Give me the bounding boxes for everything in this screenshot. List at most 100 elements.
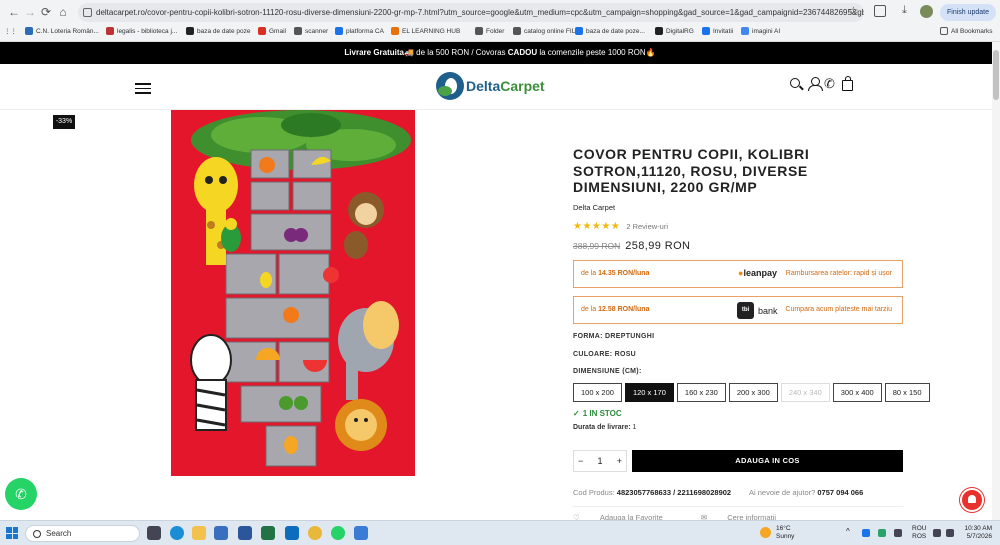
size-option[interactable]: 300 x 400 [832,383,882,402]
clock-date: 5/7/2026 [966,533,992,540]
bookmark-item[interactable]: catalog online FILIP [513,27,581,35]
address-bar[interactable]: deltacarpet.ro/covor-pentru-copii-kolibr… [78,3,864,22]
cart-icon[interactable] [842,76,853,91]
check-icon: ✓ [573,409,580,418]
bookmark-label: platforma CA [346,27,384,35]
notification-bell-button[interactable] [960,488,984,512]
windows-taskbar: Search 16°C Sunny ^ ROU ROS 10:30 AM 5/7/20… [0,520,1000,545]
bookmark-item[interactable]: platforma CA [335,27,384,35]
chrome-icon[interactable] [308,526,322,540]
tray-app-icon[interactable] [862,529,870,537]
site-header: DeltaCarpet ✆ [0,64,1000,110]
tray-app-2-icon[interactable] [878,529,886,537]
profile-avatar[interactable] [920,5,933,18]
bookmark-item[interactable]: scanner [294,27,328,35]
leanpay-logo: ●leanpay [738,268,777,278]
chevron-up-icon[interactable]: ^ [846,527,854,536]
forward-icon[interactable]: → [22,4,38,20]
leanpay-installment-box[interactable]: de la 14.35 RON/luna ●leanpay Rambursare… [573,260,903,288]
promo-gift: CADOU [507,48,538,57]
product-brand[interactable]: Delta Carpet [573,203,903,212]
reload-icon[interactable]: ⟳ [38,4,54,20]
windows-start-icon[interactable] [6,527,18,539]
bookmark-favicon-icon [655,27,663,35]
volume-icon[interactable] [946,529,954,537]
bookmark-star-icon[interactable]: ☆ [848,4,859,18]
add-to-cart-button[interactable]: ADAUGA IN COS [632,450,903,472]
color-option: CULOARE: ROSU [573,351,637,358]
bookmark-item[interactable]: legalis - biblioteca j... [106,27,177,35]
photos-icon[interactable] [354,526,368,540]
file-explorer-icon[interactable] [192,526,206,540]
bookmark-label: imagini AI [752,27,781,35]
delivery-value: 1 [632,424,637,431]
tray-app-3-icon[interactable] [894,529,902,537]
taskbar-clock[interactable]: 10:30 AM 5/7/2026 [960,525,992,541]
scrollbar-thumb[interactable] [993,50,999,100]
finish-update-button[interactable]: Finish update [940,4,996,21]
bookmark-item[interactable]: baza de date poze... [575,27,645,35]
bookmark-item[interactable]: imagini AI [741,27,780,35]
all-bookmarks[interactable]: All Bookmarks [940,27,993,35]
size-option[interactable]: 80 x 150 [884,383,930,402]
bookmark-item[interactable]: Gmail [258,27,286,35]
phone-icon[interactable]: ✆ [824,77,838,91]
bookmark-item[interactable]: Folder [475,27,504,35]
browser-chrome: ← → ⟳ ⌂ deltacarpet.ro/covor-pentru-copi… [0,0,1000,42]
bookmark-label: baza de date poze [197,27,251,35]
taskbar-search[interactable]: Search [25,525,140,542]
bookmark-favicon-icon [513,27,521,35]
menu-icon[interactable] [135,83,151,94]
bookmark-item[interactable]: DigitalRG [655,27,694,35]
home-icon[interactable]: ⌂ [55,4,71,20]
bookmark-label: catalog online FILIP [524,27,582,35]
outlook-icon[interactable] [285,526,299,540]
store-icon[interactable] [214,526,228,540]
bookmark-item[interactable]: Invitatii [702,27,733,35]
stock-status: ✓ 1 IN STOC [573,409,622,418]
account-icon[interactable] [808,77,823,91]
bookmark-label: Invitatii [713,27,734,35]
page-scrollbar[interactable] [992,42,1000,520]
whatsapp-chat-button[interactable]: ✆ [5,478,37,510]
promo-text-2: la comenzile peste 1000 RON [537,48,646,57]
bookmark-favicon-icon [186,27,194,35]
language-indicator[interactable]: ROU ROS [912,525,926,541]
edge-icon[interactable] [170,526,184,540]
help-phone[interactable]: 0757 094 066 [817,488,863,497]
back-icon[interactable]: ← [6,4,22,20]
size-option[interactable]: 160 x 230 [676,383,726,402]
tbi-installment-box[interactable]: de la 12.58 RON/luna tbi bank Cumpara ac… [573,296,903,324]
download-icon[interactable]: ⤓ [902,4,907,17]
extensions-icon[interactable] [874,5,886,17]
size-option[interactable]: 120 x 170 [624,383,674,402]
site-logo[interactable]: DeltaCarpet [436,72,556,102]
size-option[interactable]: 200 x 300 [728,383,778,402]
increment-button[interactable]: + [617,456,622,466]
sun-icon [760,527,771,538]
reviews-link[interactable]: 2 Review-uri [626,222,668,231]
decrement-button[interactable]: − [578,456,583,466]
bookmark-label: DigitalRG [666,27,694,35]
size-option: 240 x 340 [780,383,830,402]
bookmark-item[interactable]: C.N. Loteria Român... [25,27,99,35]
tbi-prefix: de la [581,306,599,313]
task-view-icon[interactable] [147,526,161,540]
logo-text-carpet: Carpet [500,78,545,94]
search-icon[interactable] [790,78,800,88]
quantity-stepper[interactable]: − 1 + [573,450,627,472]
bookmark-item[interactable]: baza de date poze [186,27,251,35]
excel-icon[interactable] [261,526,275,540]
wifi-icon[interactable] [933,529,941,537]
folder-icon [940,27,948,35]
product-image[interactable] [171,110,415,476]
tbi-logo-mark: tbi [737,302,754,319]
size-option[interactable]: 100 x 200 [573,383,622,402]
whatsapp-taskbar-icon[interactable] [331,526,345,540]
word-icon[interactable] [238,526,252,540]
site-info-icon[interactable] [83,8,92,17]
bookmark-item[interactable]: EL LEARNING HUB [391,27,460,35]
quantity-value[interactable]: 1 [597,456,602,466]
apps-icon[interactable]: ⋮⋮ [4,27,17,35]
browser-toolbar: ← → ⟳ ⌂ deltacarpet.ro/covor-pentru-copi… [0,0,1000,24]
